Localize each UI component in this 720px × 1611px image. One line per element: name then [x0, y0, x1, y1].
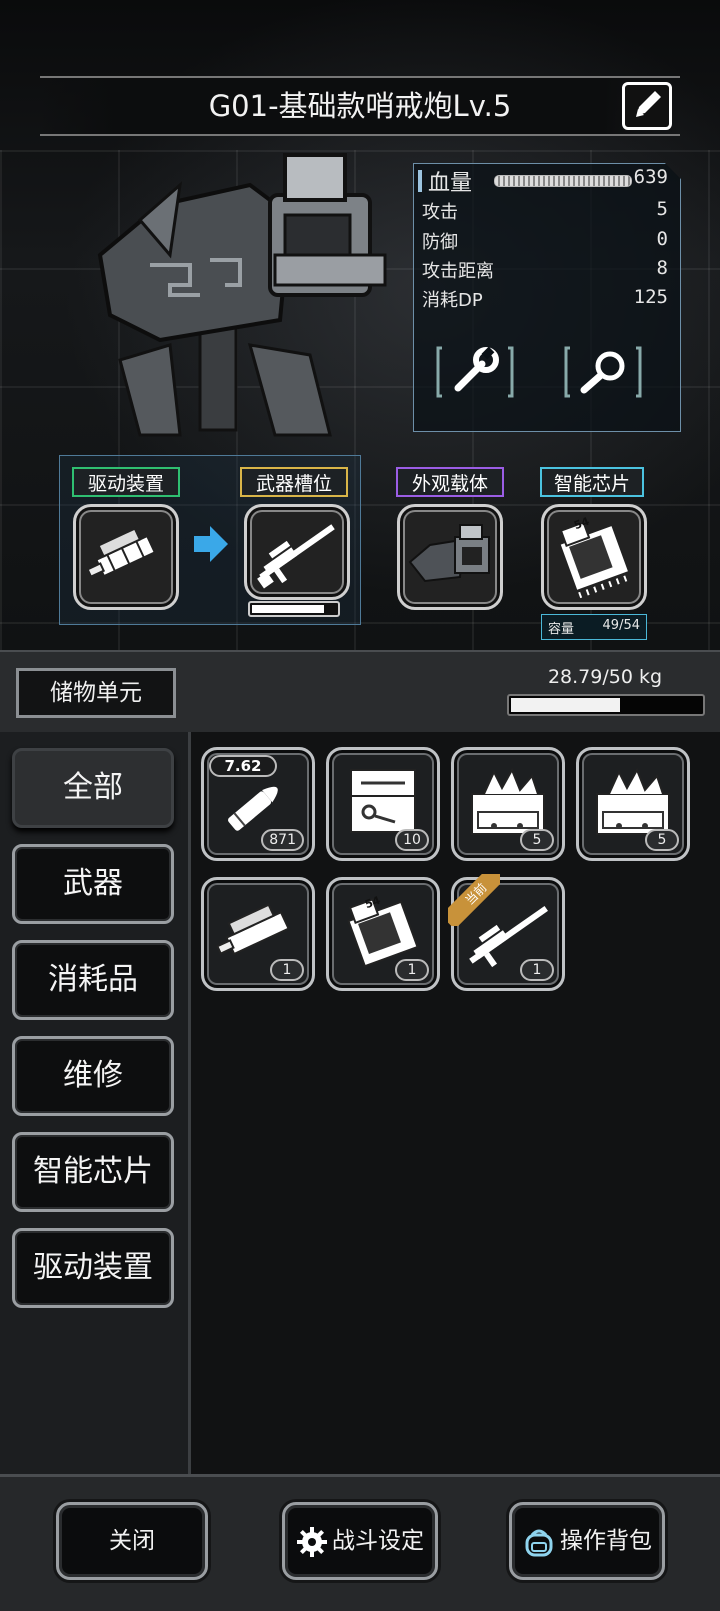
sniper-rifle-icon [257, 524, 335, 589]
chip-slot[interactable]: 54 [541, 504, 647, 610]
category-consumables[interactable]: 消耗品 [12, 940, 174, 1020]
smart-chip-icon [558, 521, 631, 599]
stat-value: 125 [633, 286, 668, 308]
storage-title: 储物单元 [16, 668, 176, 718]
inventory-item-repair-box-b[interactable]: 5 [576, 747, 690, 861]
pencil-icon [636, 91, 661, 117]
appearance-slot-label: 外观载体 [396, 467, 504, 497]
category-weapons[interactable]: 武器 [12, 844, 174, 924]
turret-skin-icon [408, 524, 490, 583]
weapon-durability-bar [248, 601, 340, 617]
item-count: 1 [270, 959, 304, 981]
category-smart-chips[interactable]: 智能芯片 [12, 1132, 174, 1212]
caliber-badge: 7.62 [209, 755, 277, 777]
stat-label: 消耗DP [422, 290, 483, 311]
inspect-button[interactable] [564, 344, 642, 400]
category-all[interactable]: 全部 [12, 748, 174, 828]
item-count: 871 [261, 829, 304, 851]
inventory-item-ammo[interactable]: 7.62 871 [201, 747, 315, 861]
turret-illustration [97, 153, 387, 437]
upgrade-button[interactable] [436, 344, 514, 400]
inventory-item-toolkit[interactable]: 10 [326, 747, 440, 861]
operation-backpack-button[interactable]: 操作背包 [509, 1502, 665, 1580]
category-repair[interactable]: 维修 [12, 1036, 174, 1116]
turret-title: G01-基础款哨戒炮Lv.5 [208, 89, 512, 123]
stat-hp: 血量 639 [422, 166, 672, 196]
inventory-item-drive-unit[interactable]: 1 [201, 877, 315, 991]
category-drive-units[interactable]: 驱动装置 [12, 1228, 174, 1308]
hp-bar [494, 175, 632, 187]
storage-weight-fill [511, 698, 620, 712]
category-sidebar: 全部 武器 消耗品 维修 智能芯片 驱动装置 [0, 732, 191, 1474]
stat-defense: 防御 0 [422, 228, 672, 256]
edit-name-button[interactable] [622, 82, 672, 130]
arrow-right-icon [194, 526, 228, 562]
inventory-item-repair-box-a[interactable]: 5 [451, 747, 565, 861]
storage-weight-bar [507, 694, 705, 716]
stat-value: 5 [656, 198, 668, 220]
inventory-item-sniper-rifle[interactable]: 当前 1 [448, 874, 565, 991]
inventory-grid: 7.62 871 10 5 5 1 54 1 当前 1 [191, 732, 720, 1474]
stat-hp-label: 血量 [428, 171, 473, 196]
drive-unit-icon [86, 527, 157, 578]
item-count: 1 [395, 959, 429, 981]
operation-backpack-label: 操作背包 [560, 1528, 652, 1554]
appearance-slot[interactable] [397, 504, 503, 610]
weapon-slot-label: 武器槽位 [240, 467, 348, 497]
stat-label: 防御 [422, 232, 458, 253]
stat-label: 攻击距离 [422, 261, 494, 282]
battle-settings-label: 战斗设定 [332, 1528, 424, 1554]
close-button[interactable]: 关闭 [56, 1502, 208, 1580]
backpack-icon [525, 1529, 553, 1556]
item-count: 5 [645, 829, 679, 851]
drive-slot[interactable] [73, 504, 179, 610]
gear-icon [297, 1526, 327, 1557]
chip-slot-label: 智能芯片 [540, 467, 644, 497]
chip-capacity: 容量 49/54 [541, 614, 647, 640]
stat-range: 攻击距离 8 [422, 257, 672, 285]
weapon-slot[interactable] [244, 504, 350, 600]
stat-hp-value: 639 [633, 166, 668, 188]
inventory-item-smart-chip[interactable]: 54 1 [326, 877, 440, 991]
capacity-value: 49/54 [602, 618, 640, 633]
stat-attack: 攻击 5 [422, 198, 672, 226]
item-count: 1 [520, 959, 554, 981]
stat-dp-cost: 消耗DP 125 [422, 286, 672, 314]
storage-weight-text: 28.79/50 kg [547, 666, 663, 688]
turret-preview-area: G01-基础款哨戒炮Lv.5 血量 639 攻击 5 防御 0 攻击距离 8 消… [0, 0, 720, 650]
stat-value: 0 [656, 228, 668, 250]
wrench-icon [436, 346, 514, 398]
current-tag-label: 当前 [448, 874, 500, 926]
item-count: 5 [520, 829, 554, 851]
stat-label: 攻击 [422, 202, 458, 223]
current-equipped-tag: 当前 [448, 874, 500, 926]
title-bar: G01-基础款哨戒炮Lv.5 [40, 76, 680, 136]
capacity-label: 容量 [548, 622, 575, 637]
drive-slot-label: 驱动装置 [72, 467, 180, 497]
battle-settings-button[interactable]: 战斗设定 [282, 1502, 438, 1580]
stats-panel: 血量 639 攻击 5 防御 0 攻击距离 8 消耗DP 125 [413, 163, 681, 432]
item-count: 10 [395, 829, 429, 851]
stat-value: 8 [656, 257, 668, 279]
magnifier-icon [564, 346, 642, 398]
close-label: 关闭 [109, 1528, 155, 1554]
